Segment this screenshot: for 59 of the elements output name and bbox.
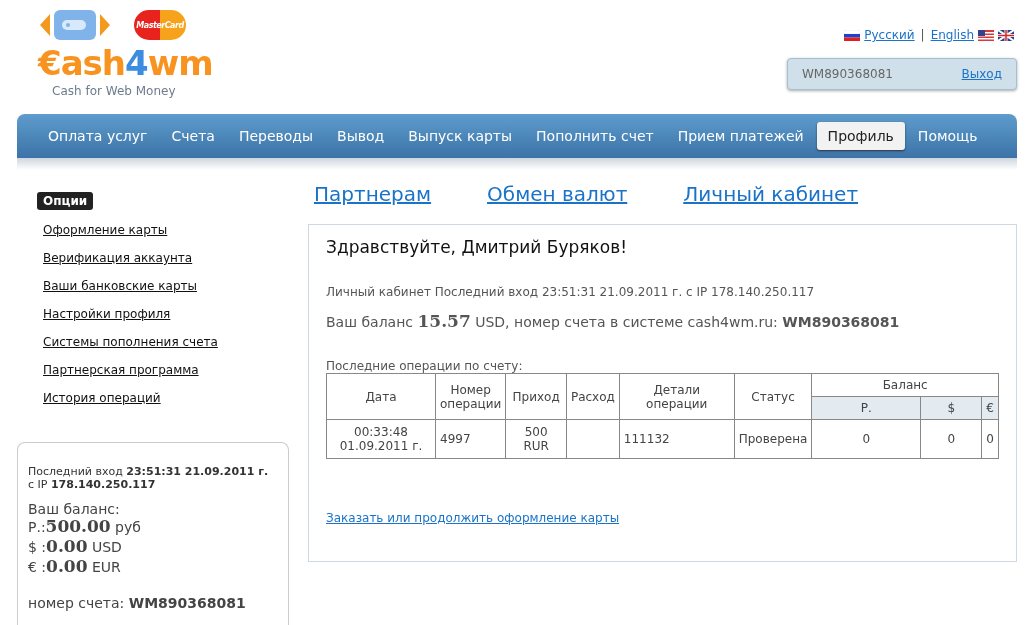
balance-line: $ :0.00 USD (28, 537, 123, 557)
nav-tab[interactable]: Переводы (227, 122, 325, 150)
wallet-icon (40, 8, 110, 42)
table-cell: 0 (981, 419, 999, 459)
sidebar-link[interactable]: Ваши банковские карты (43, 272, 197, 300)
nav-tab[interactable]: Прием платежей (666, 122, 815, 150)
logo-tagline: Cash for Web Money (52, 84, 177, 98)
table-cell: Проверена (734, 419, 812, 459)
table-cell: 4997 (435, 419, 506, 459)
account-number: WM890368081 (802, 67, 893, 81)
section-link[interactable]: Обмен валют (487, 182, 628, 224)
card-logo: MasterCard (134, 10, 186, 40)
table-cell: 0 (920, 419, 982, 459)
sidebar-link[interactable]: Оформление карты (43, 216, 168, 244)
column-header: Дата (326, 373, 436, 420)
sidebar-link[interactable]: Настройки профиля (43, 300, 171, 328)
sidebar-heading: Опции (37, 192, 94, 210)
logo-text: €ash4wm (38, 42, 213, 84)
nav-tab[interactable]: Вывод (326, 122, 396, 150)
greeting-heading: Здравствуйте, Дмитрий Буряков! (326, 237, 629, 257)
flag-icon (998, 29, 1014, 41)
sidebar-link[interactable]: Верификация аккаунта (43, 244, 193, 272)
table-cell: 0 (811, 419, 921, 459)
nav-tab[interactable]: Счета (160, 122, 226, 150)
language-link[interactable]: English (930, 28, 974, 42)
column-header: Номер операции (435, 373, 506, 420)
balance-text: Ваш баланс 15.57 USD, номер счета в системе cash4wm.ru: WM890368081 (326, 311, 901, 331)
table-cell: 00:33:48 01.09.2011 г. (326, 419, 436, 459)
account-number-text: номер счета: WM890368081 (28, 595, 247, 611)
balance-line: Р.:500.00 руб (28, 517, 142, 537)
column-header: Детали операции (619, 373, 735, 420)
nav-tab[interactable]: Профиль (816, 122, 905, 150)
sidebar-link[interactable]: Системы пополнения счета (43, 328, 218, 356)
last-login-text: Личный кабинет Последний вход 23:51:31 21.09.2011 г. с IP 178.140.250.117 (326, 285, 816, 299)
flag-icon (978, 29, 994, 41)
balance-line: € :0.00 EUR (28, 557, 122, 577)
separator: | (919, 28, 926, 42)
language-link[interactable]: Русский (864, 28, 915, 42)
column-header: Баланс (811, 373, 999, 397)
column-header: Приход (505, 373, 567, 420)
section-link[interactable]: Личный кабинет (683, 182, 859, 224)
nav-tab[interactable]: Оплата услуг (37, 122, 159, 150)
sidebar-link[interactable]: История операций (43, 384, 161, 412)
nav-tab[interactable]: Пополнить счет (525, 122, 665, 150)
order-card-link[interactable]: Заказать или продолжить оформление карты (326, 511, 620, 525)
ip-text: с IP 178.140.250.117 (28, 478, 157, 491)
logout-link[interactable]: Выход (961, 67, 1002, 81)
section-link[interactable]: Партнерам (314, 182, 432, 224)
nav-tab[interactable]: Помощь (906, 122, 989, 150)
sidebar-link[interactable]: Партнерская программа (43, 356, 199, 384)
flag-icon (844, 29, 861, 41)
table-caption: Последние операции по счету: (326, 359, 524, 373)
table-cell: 500 RUR (505, 419, 567, 459)
column-header: Статус (734, 373, 812, 420)
table-cell: 111132 (619, 419, 735, 459)
column-header: Расход (566, 373, 620, 420)
nav-tab[interactable]: Выпуск карты (397, 122, 524, 150)
balance-title: Ваш баланс: (28, 501, 121, 517)
last-login-text: Последний вход 23:51:31 21.09.2011 г. (28, 465, 270, 478)
